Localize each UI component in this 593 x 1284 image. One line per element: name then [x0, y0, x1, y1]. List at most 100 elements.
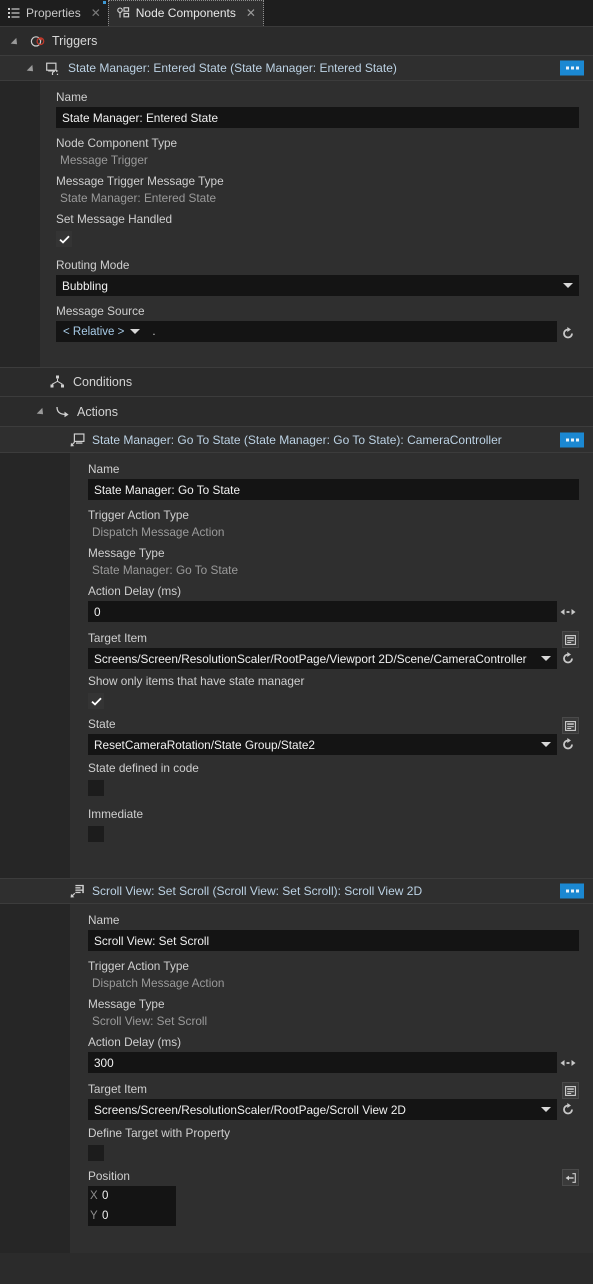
- state-picker-button-0[interactable]: [562, 717, 579, 734]
- tab-node-components[interactable]: Node Components ✕: [107, 0, 264, 26]
- action-item-menu-button-0[interactable]: [560, 432, 584, 447]
- action-name-value-0: State Manager: Go To State: [94, 482, 241, 497]
- set-message-handled-checkbox[interactable]: [56, 231, 72, 247]
- message-type-value-1: Scroll View: Set Scroll: [92, 1014, 208, 1028]
- trigger-item-menu-button[interactable]: [560, 60, 584, 76]
- checkmark-icon: [58, 235, 70, 244]
- routing-mode-dropdown[interactable]: Bubbling: [56, 275, 579, 296]
- position-y-value-1: 0: [102, 1210, 109, 1222]
- tab-properties[interactable]: Properties ✕: [0, 0, 108, 26]
- target-item-picker-button-1[interactable]: [562, 1082, 579, 1099]
- target-item-picker-button-0[interactable]: [562, 631, 579, 648]
- state-defined-in-code-label-0: State defined in code: [88, 761, 199, 775]
- trigger-item-caption: State Manager: Entered State (State Mana…: [68, 61, 397, 75]
- trigger-action-type-value-1: Dispatch Message Action: [92, 976, 225, 990]
- tab-bar: Properties ✕ Node Components ✕: [0, 0, 593, 27]
- position-y-row-1[interactable]: Y 0: [88, 1206, 176, 1226]
- message-trigger-message-type-label: Message Trigger Message Type: [56, 174, 224, 188]
- tree-row-conditions[interactable]: Conditions: [0, 367, 593, 397]
- trigger-action-type-label-0: Trigger Action Type: [88, 508, 189, 522]
- show-only-state-manager-checkbox-0[interactable]: [88, 693, 104, 709]
- checkmark-icon: [90, 697, 102, 706]
- horizontal-resize-icon: [560, 1058, 576, 1068]
- position-x-row-1[interactable]: X 0: [88, 1186, 176, 1206]
- conditions-icon: [50, 375, 65, 389]
- target-item-dropdown-0[interactable]: Screens/Screen/ResolutionScaler/RootPage…: [88, 648, 557, 669]
- message-type-label-0: Message Type: [88, 546, 165, 560]
- state-reset-button-0[interactable]: [557, 737, 579, 752]
- message-source-label: Message Source: [56, 304, 145, 318]
- set-message-handled-label: Set Message Handled: [56, 212, 173, 226]
- node-component-type-value: Message Trigger: [60, 153, 148, 167]
- target-item-label-row-1: Target Item: [88, 1082, 579, 1099]
- conditions-label: Conditions: [73, 375, 133, 389]
- show-only-state-manager-label-0: Show only items that have state manager: [88, 674, 305, 688]
- target-item-dropdown-1[interactable]: Screens/Screen/ResolutionScaler/RootPage…: [88, 1099, 557, 1120]
- define-target-with-property-label-1: Define Target with Property: [88, 1126, 231, 1140]
- revert-icon: [561, 1102, 576, 1117]
- action-delay-drag-handle-0[interactable]: [557, 607, 579, 617]
- action-item-header-1[interactable]: Scroll View: Set Scroll (Scroll View: Se…: [0, 878, 593, 904]
- trigger-item-header[interactable]: State Manager: Entered State (State Mana…: [0, 55, 593, 81]
- action-indent-gutter-1: [0, 904, 70, 1253]
- chevron-down-icon: [563, 283, 573, 288]
- target-item-reset-button-0[interactable]: [557, 651, 579, 666]
- tree-row-triggers[interactable]: Triggers: [0, 27, 593, 55]
- trigger-item-twisty[interactable]: [28, 63, 39, 74]
- message-source-field[interactable]: < Relative > .: [56, 321, 557, 342]
- state-label-0: State: [88, 717, 116, 731]
- state-dropdown-0[interactable]: ResetCameraRotation/State Group/State2: [88, 734, 557, 755]
- message-type-value-0: State Manager: Go To State: [92, 563, 239, 577]
- trigger-action-type-value-0: Dispatch Message Action: [92, 525, 225, 539]
- bind-property-icon: [565, 1172, 576, 1183]
- chevron-down-icon: [541, 656, 551, 661]
- immediate-checkbox-0[interactable]: [88, 826, 104, 842]
- action-delay-row-1: 300: [88, 1052, 579, 1073]
- name-label: Name: [56, 90, 88, 104]
- actions-label: Actions: [77, 404, 118, 419]
- message-source-scope-dropdown[interactable]: < Relative >: [56, 321, 147, 342]
- revert-icon: [561, 737, 576, 752]
- position-vector-input-1[interactable]: X 0 Y 0: [88, 1186, 176, 1226]
- target-item-reset-button-1[interactable]: [557, 1102, 579, 1117]
- list-icon: [8, 7, 20, 19]
- action-indent-gutter-0: [0, 453, 70, 878]
- target-item-label-row-0: Target Item: [88, 631, 579, 648]
- action-delay-input-0[interactable]: 0: [88, 601, 557, 622]
- target-item-value-1: Screens/Screen/ResolutionScaler/RootPage…: [94, 1102, 406, 1117]
- message-source-path-input[interactable]: .: [146, 321, 557, 342]
- state-label-row-0: State: [88, 717, 579, 734]
- message-source-reset-button[interactable]: [557, 326, 579, 341]
- position-y-axis-label-1: Y: [90, 1210, 98, 1222]
- action-name-label-0: Name: [88, 462, 120, 476]
- tab-properties-close-icon[interactable]: ✕: [91, 7, 101, 19]
- state-defined-in-code-checkbox-0[interactable]: [88, 780, 104, 796]
- action-delay-input-1[interactable]: 300: [88, 1052, 557, 1073]
- action-item-header-0[interactable]: State Manager: Go To State (State Manage…: [0, 427, 593, 453]
- action-delay-drag-handle-1[interactable]: [557, 1058, 579, 1068]
- triggers-label: Triggers: [52, 34, 98, 48]
- chevron-down-icon: [130, 329, 141, 334]
- action-delay-row-0: 0: [88, 601, 579, 622]
- define-target-with-property-checkbox-1[interactable]: [88, 1145, 104, 1161]
- item-picker-icon: [565, 720, 576, 731]
- action-item-menu-button-1[interactable]: [560, 883, 584, 899]
- target-item-row-0: Screens/Screen/ResolutionScaler/RootPage…: [88, 648, 579, 669]
- name-input[interactable]: State Manager: Entered State: [56, 107, 579, 128]
- tab-accent-dot: [102, 1, 106, 4]
- action-properties-panel-1: Name Scroll View: Set Scroll Trigger Act…: [0, 904, 593, 1253]
- triggers-expand-twisty[interactable]: [12, 36, 23, 47]
- actions-expand-twisty[interactable]: [38, 406, 49, 417]
- dispatch-action-icon: [70, 432, 85, 447]
- trigger-indent-gutter: [0, 81, 40, 367]
- tree-row-actions[interactable]: Actions: [0, 397, 593, 427]
- position-label-row-1: Position: [88, 1169, 579, 1186]
- action-name-input-1[interactable]: Scroll View: Set Scroll: [88, 930, 579, 951]
- tab-node-components-close-icon[interactable]: ✕: [246, 7, 256, 19]
- action-name-input-0[interactable]: State Manager: Go To State: [88, 479, 579, 500]
- state-value-0: ResetCameraRotation/State Group/State2: [94, 737, 315, 752]
- position-property-button-1[interactable]: [562, 1169, 579, 1186]
- message-source-row: < Relative > .: [56, 321, 579, 346]
- chevron-down-icon: [541, 1107, 551, 1112]
- position-x-axis-label-1: X: [90, 1190, 98, 1202]
